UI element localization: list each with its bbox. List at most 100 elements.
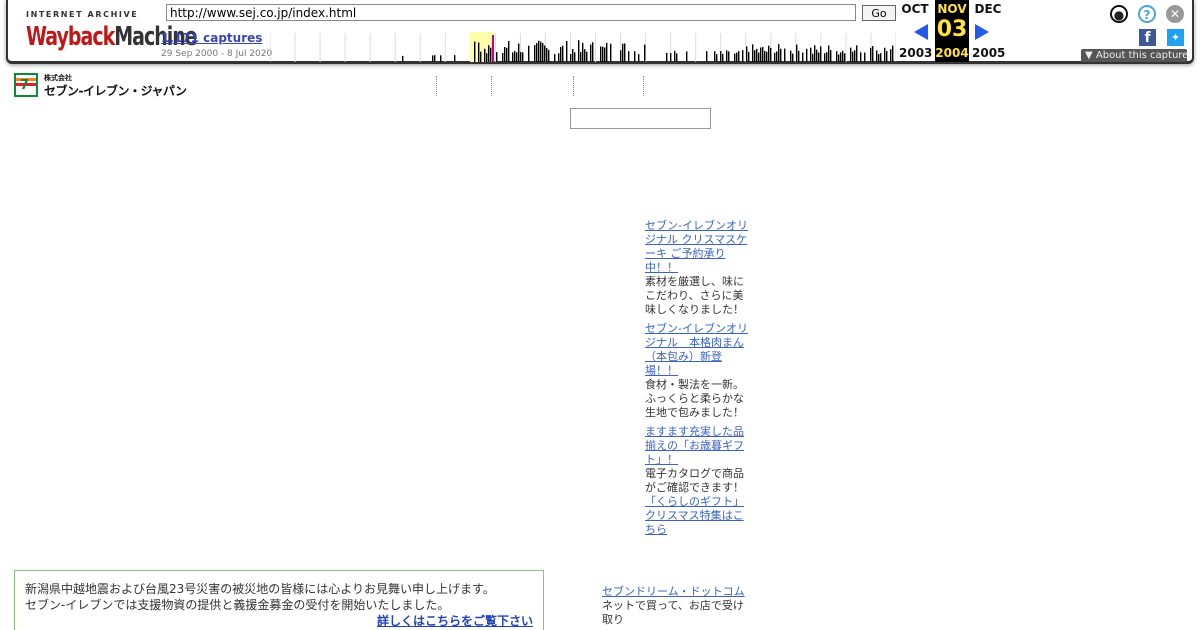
sparkline-bar xyxy=(824,53,826,62)
sparkline-bar xyxy=(496,52,498,62)
sparkline-bar xyxy=(720,51,722,62)
sparkline-bar xyxy=(892,45,894,62)
sparkline-bar xyxy=(706,51,708,62)
sparkline-bar xyxy=(634,51,636,62)
sparkline-bar xyxy=(610,43,612,62)
search-input[interactable] xyxy=(570,108,711,129)
current-year: 2004 xyxy=(935,46,969,60)
prev-year-label[interactable]: 2003 xyxy=(899,46,932,60)
notice-more-link[interactable]: 詳しくはこちらをご覧下さい xyxy=(25,613,533,629)
sparkline-bar xyxy=(774,52,776,62)
sparkline-bar xyxy=(742,50,744,62)
sparkline-bar xyxy=(504,47,506,62)
sparkline-bar xyxy=(528,45,530,62)
sparkline-bar xyxy=(628,51,630,62)
seven-eleven-logo[interactable]: 7 株式会社 セブン-イレブン・ジャパン xyxy=(14,73,187,99)
close-icon[interactable]: ✕ xyxy=(1166,5,1184,23)
sparkline-bar xyxy=(890,49,892,62)
sparkline-bar xyxy=(518,43,520,62)
sparkline-bar xyxy=(480,51,482,62)
sparkline-bar xyxy=(592,42,594,62)
sparkline-bar xyxy=(714,51,716,62)
sparkline-bar xyxy=(760,47,762,62)
sparkline-bar xyxy=(766,51,768,62)
sparkline-bar xyxy=(548,49,550,62)
news-link-oseibo[interactable]: ますます充実した品揃えの「お歳暮ギフト」！ xyxy=(645,425,751,467)
sparkline-bar xyxy=(542,43,544,62)
news-link-cake[interactable]: セブン-イレブンオリジナル クリスマスケーキ ご予約承り中！！ xyxy=(645,219,751,275)
next-month-label[interactable]: DEC xyxy=(972,2,1004,16)
sparkline-bar xyxy=(806,48,808,62)
disaster-notice: 新潟県中越地震および台風23号災害の被災地の皆様には心よりお見舞い申し上げます。… xyxy=(14,570,544,630)
sparkline-bar xyxy=(812,53,814,62)
news-desc-oseibo: 電子カタログで商品がご確認できます！ xyxy=(645,467,744,494)
sparkline-bar xyxy=(764,50,766,62)
nav-divider xyxy=(436,76,437,96)
about-capture-button[interactable]: ▼ About this capture xyxy=(1081,49,1188,62)
prev-arrow-icon[interactable] xyxy=(914,24,928,40)
capture-sparkline[interactable] xyxy=(270,30,896,62)
sparkline-bar xyxy=(570,54,572,62)
sparkline-bar xyxy=(554,54,556,62)
next-arrow-icon[interactable] xyxy=(975,24,989,40)
prev-month-label[interactable]: OCT xyxy=(899,2,931,16)
sparkline-bar xyxy=(872,46,874,62)
notice-line-2: セブン-イレブンでは支援物資の提供と義援金募金の受付を開始いたしました。 xyxy=(25,598,450,612)
sparkline-bar xyxy=(580,51,582,62)
sparkline-bar xyxy=(520,52,522,62)
sparkline-bar xyxy=(884,47,886,62)
url-input[interactable] xyxy=(166,4,856,21)
sparkline-bar xyxy=(534,45,536,62)
sparkline-bar xyxy=(624,43,626,62)
capture-range: 29 Sep 2000 - 8 Jul 2020 xyxy=(161,49,273,59)
sparkline-bar xyxy=(838,54,840,62)
seven-dream-box: セブンドリーム・ドットコム ネットで買って、お店で受け取り xyxy=(602,585,752,627)
captures-link[interactable]: 1,171 captures xyxy=(161,31,262,45)
sparkline-bar xyxy=(752,44,754,62)
wayback-logo[interactable]: INTERNET ARCHIVE WaybackMachine xyxy=(26,8,198,52)
sparkline-bar xyxy=(814,45,816,62)
sparkline-bar xyxy=(512,52,514,62)
sparkline-bar xyxy=(638,54,640,62)
news-link-nikuman[interactable]: セブン-イレブンオリジナル 本格肉まん（本包み）新登場！！ xyxy=(645,322,751,378)
news-link-christmas[interactable]: 「くらしのギフト」クリスマス特集はこちら xyxy=(645,495,751,537)
sparkline-bar xyxy=(762,47,764,62)
sparkline-bar xyxy=(726,50,728,62)
sparkline-bar xyxy=(756,48,758,62)
sparkline-bar xyxy=(544,45,546,62)
sparkline-bar xyxy=(590,44,592,62)
sparkline-bar xyxy=(810,47,812,62)
sparkline-bar xyxy=(736,52,738,62)
help-icon[interactable]: ? xyxy=(1138,5,1156,23)
sparkline-bar xyxy=(502,52,504,62)
sparkline-bar xyxy=(686,51,688,62)
next-year-label[interactable]: 2005 xyxy=(972,46,1005,60)
twitter-icon[interactable]: ✦ xyxy=(1167,29,1184,46)
sparkline-bar xyxy=(506,47,508,62)
sparkline-bar xyxy=(538,40,540,62)
sparkline-bar xyxy=(754,50,756,62)
sparkline-bar xyxy=(514,51,516,62)
sparkline-current-marker xyxy=(492,35,494,62)
facebook-icon[interactable]: f xyxy=(1139,29,1156,46)
logo-internet-archive: INTERNET ARCHIVE xyxy=(26,10,139,19)
sparkline-bar xyxy=(584,49,586,62)
user-icon[interactable]: ● xyxy=(1110,5,1128,23)
sparkline-bar xyxy=(746,46,748,62)
go-button[interactable]: Go xyxy=(862,5,896,21)
sparkline-bar xyxy=(432,55,434,62)
sparkline-bar xyxy=(770,47,772,62)
seven-dream-link[interactable]: セブンドリーム・ドットコム xyxy=(602,585,752,599)
sparkline-bar xyxy=(830,50,832,62)
sparkline-bar xyxy=(572,49,574,62)
sparkline-bar xyxy=(728,51,730,62)
notice-line-1: 新潟県中越地震および台風23号災害の被災地の皆様には心よりお見舞い申し上げます。 xyxy=(25,582,495,596)
sparkline-bar xyxy=(818,52,820,62)
sparkline-bar xyxy=(674,50,676,62)
sparkline-bar xyxy=(536,43,538,62)
nav-divider xyxy=(643,76,644,96)
sparkline-bar xyxy=(486,53,488,62)
sparkline-bar xyxy=(798,50,800,62)
sparkline-bar xyxy=(620,50,622,62)
sparkline-bar xyxy=(778,44,780,62)
